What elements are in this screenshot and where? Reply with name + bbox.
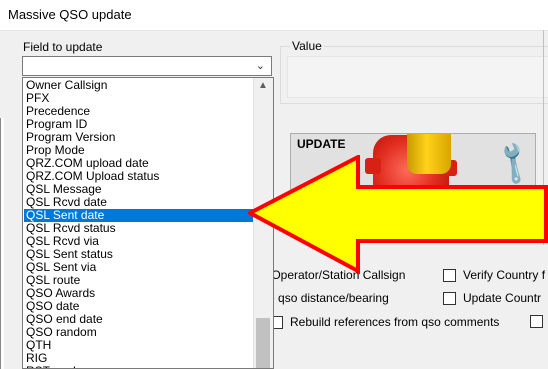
checkbox-box[interactable]: [530, 315, 543, 328]
dropdown-option[interactable]: QSO random: [24, 326, 253, 339]
scroll-up-icon[interactable]: ▲: [258, 80, 268, 91]
update-button-label: UPDATE: [297, 137, 346, 151]
annotation-arrow: [248, 155, 548, 275]
option-list: Owner Callsign PFX Precedence Program ID Pro…: [24, 79, 253, 369]
chevron-down-icon[interactable]: ⌄: [256, 59, 265, 72]
extra-checkbox[interactable]: [530, 315, 548, 328]
update-country-checkbox[interactable]: Update Countr: [443, 291, 541, 305]
title-bar: Massive QSO update: [0, 0, 548, 30]
value-input[interactable]: [287, 56, 548, 98]
rebuild-references-label: Rebuild references from qso comments: [290, 315, 500, 329]
dropdown-option[interactable]: RST rcvd: [24, 365, 253, 369]
dropdown-option[interactable]: QTH: [24, 339, 253, 352]
field-to-update-label: Field to update: [23, 40, 103, 54]
update-country-label: Update Countr: [463, 291, 542, 305]
rebuild-references-checkbox[interactable]: Rebuild references from qso comments: [270, 315, 499, 329]
dropdown-option[interactable]: Owner Callsign: [24, 79, 253, 92]
update-distance-label: ate qso distance/bearing: [258, 291, 389, 305]
field-dropdown-list[interactable]: Owner Callsign PFX Precedence Program ID Pro…: [22, 77, 274, 369]
window-title: Massive QSO update: [8, 7, 132, 22]
value-label: Value: [290, 39, 324, 53]
field-to-update-combobox[interactable]: ⌄: [22, 56, 272, 76]
left-panel-edge: [0, 118, 4, 369]
checkbox-box[interactable]: [443, 291, 456, 305]
scrollbar-thumb[interactable]: [256, 318, 270, 368]
update-distance-option[interactable]: ate qso distance/bearing: [258, 291, 389, 305]
